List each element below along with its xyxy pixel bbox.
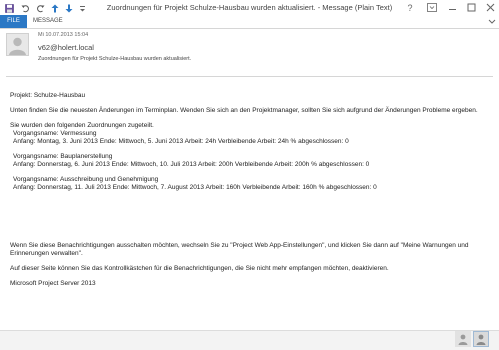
task-detail: Anfang: Donnerstag, 11. Juli 2013 Ende: … bbox=[13, 184, 377, 191]
ribbon-display-icon[interactable] bbox=[426, 2, 438, 13]
signature: Microsoft Project Server 2013 bbox=[10, 280, 96, 287]
window-title: Zuordnungen für Projekt Schulze-Hausbau … bbox=[106, 3, 393, 12]
task-name: Vorgangsname: Bauplanerstellung bbox=[13, 153, 113, 160]
message-subject: Zuordnungen für Projekt Schulze-Hausbau … bbox=[38, 56, 192, 62]
intro-text: Unten finden Sie die neuesten Änderungen… bbox=[10, 107, 478, 114]
person-icon[interactable] bbox=[455, 331, 471, 347]
assigned-intro: Sie wurden den folgenden Zuordnungen zug… bbox=[10, 122, 154, 129]
message-timestamp: Mi 10.07.2013 15:04 bbox=[38, 32, 89, 38]
close-icon[interactable] bbox=[484, 2, 496, 13]
task-name: Vorgangsname: Ausschreibung und Genehmig… bbox=[13, 176, 159, 183]
tab-message[interactable]: MESSAGE bbox=[33, 15, 63, 28]
message-body: Projekt: Schulze-Hausbau Unten finden Si… bbox=[10, 92, 492, 288]
title-bar: Zuordnungen für Projekt Schulze-Hausbau … bbox=[0, 0, 499, 15]
ribbon: FILE MESSAGE bbox=[0, 15, 499, 29]
maximize-icon[interactable] bbox=[465, 2, 477, 13]
people-pane-icon[interactable] bbox=[473, 331, 489, 347]
checkbox-note-text: Auf dieser Seite können Sie das Kontroll… bbox=[10, 265, 389, 272]
svg-text:?: ? bbox=[408, 3, 413, 12]
tab-file[interactable]: FILE bbox=[0, 15, 27, 28]
task-name: Vorgangsname: Vermessung bbox=[13, 130, 97, 137]
avatar bbox=[6, 33, 29, 56]
expand-ribbon-icon[interactable] bbox=[487, 17, 497, 26]
task-detail: Anfang: Montag, 3. Juni 2013 Ende: Mittw… bbox=[13, 138, 349, 145]
project-line: Projekt: Schulze-Hausbau bbox=[10, 92, 86, 99]
notification-off-text: Wenn Sie diese Benachrichtigungen aussch… bbox=[10, 242, 469, 257]
header-divider bbox=[6, 76, 493, 77]
message-sender[interactable]: v62@holert.local bbox=[38, 43, 94, 52]
minimize-icon[interactable] bbox=[446, 2, 458, 13]
help-icon[interactable]: ? bbox=[404, 2, 416, 13]
task-detail: Anfang: Donnerstag, 6. Juni 2013 Ende: M… bbox=[13, 161, 370, 168]
people-pane-bar bbox=[0, 330, 499, 350]
